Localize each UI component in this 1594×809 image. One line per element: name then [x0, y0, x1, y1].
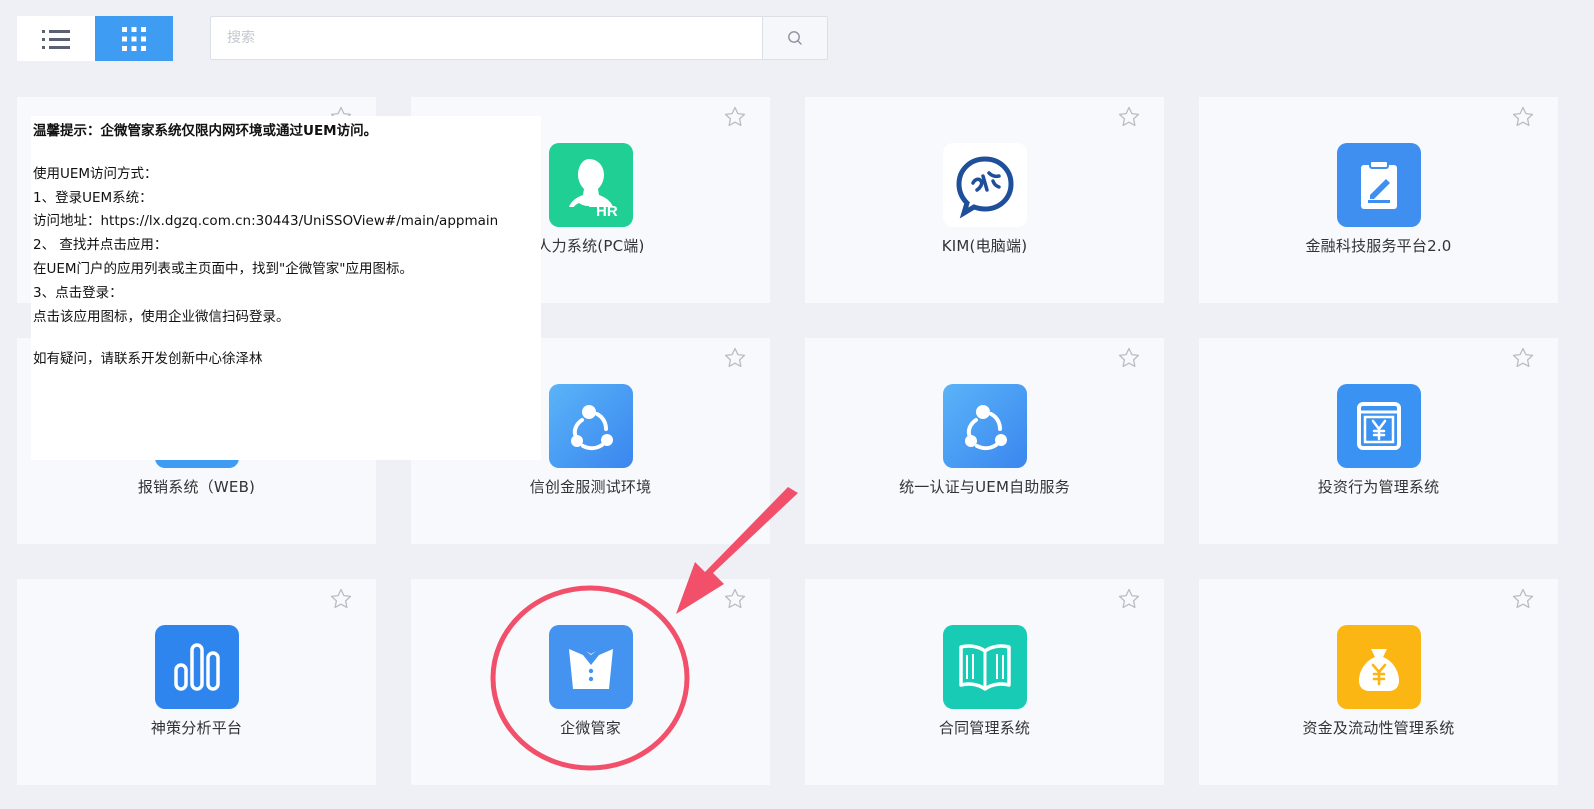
app-name: KIM(电脑端): [941, 237, 1028, 255]
tip-line: 3、点击登录：: [33, 284, 123, 301]
app-name: 资金及流动性管理系统: [1302, 719, 1455, 737]
list-icon: [42, 29, 70, 49]
favorite-star-icon[interactable]: [1511, 587, 1535, 611]
svg-text:HR: HR: [596, 203, 618, 220]
bar-chart-icon: [154, 625, 239, 709]
app-name: 投资行为管理系统: [1317, 478, 1440, 496]
app-name: 金融科技服务平台2.0: [1305, 237, 1452, 255]
app-name: 神策分析平台: [150, 719, 243, 737]
favorite-star-icon[interactable]: [1117, 587, 1141, 611]
favorite-star-icon[interactable]: [1511, 105, 1535, 129]
app-card-investment[interactable]: 投资行为管理系统: [1199, 338, 1558, 544]
favorite-star-icon[interactable]: [1511, 346, 1535, 370]
favorite-star-icon[interactable]: [1117, 105, 1141, 129]
tip-line: 访问地址：https://lx.dgzq.com.cn:30443/UniSSO…: [33, 213, 499, 230]
tip-contact: 如有疑问，请联系开发创新中心徐泽林: [33, 351, 263, 368]
favorite-star-icon[interactable]: [723, 105, 747, 129]
view-toggle: [17, 16, 173, 61]
favorite-star-icon[interactable]: [723, 587, 747, 611]
yen-screen-icon: [1336, 384, 1421, 468]
tip-line: 2、 查找并点击应用：: [33, 237, 168, 254]
open-book-icon: [942, 625, 1027, 709]
share-nodes-icon: [548, 384, 633, 468]
app-card-kim[interactable]: KIM(电脑端): [805, 97, 1164, 303]
grid-view-button[interactable]: [95, 16, 173, 61]
clipboard-pen-icon: [1336, 143, 1421, 227]
app-name: 信创金服测试环境: [529, 478, 652, 496]
search-box: [210, 16, 828, 60]
app-card-qiwei[interactable]: 企微管家: [411, 579, 770, 785]
money-bag-icon: [1336, 625, 1421, 709]
tip-line: 点击该应用图标，使用企业微信扫码登录。: [33, 308, 290, 325]
app-card-fintech[interactable]: 金融科技服务平台2.0: [1199, 97, 1558, 303]
share-nodes-icon: [942, 384, 1027, 468]
hr-icon: HR: [548, 143, 633, 227]
app-card-funds[interactable]: 资金及流动性管理系统: [1199, 579, 1558, 785]
app-card-sensors[interactable]: 神策分析平台: [17, 579, 376, 785]
tip-line: 1、登录UEM系统：: [33, 189, 153, 206]
search-input[interactable]: [211, 17, 762, 59]
app-card-uem[interactable]: 统一认证与UEM自助服务: [805, 338, 1164, 544]
access-tip-popup: 温馨提示：企微管家系统仅限内网环境或通过UEM访问。 使用UEM访问方式： 1、…: [31, 116, 541, 460]
app-name: 报销系统（WEB): [137, 478, 256, 496]
kim-icon: [942, 143, 1027, 227]
app-name: 企微管家: [560, 719, 621, 737]
favorite-star-icon[interactable]: [723, 346, 747, 370]
app-name: 合同管理系统: [938, 719, 1031, 737]
butler-suit-icon: [548, 625, 633, 709]
search-icon: [788, 31, 802, 45]
grid-icon: [122, 26, 146, 51]
search-button[interactable]: [762, 17, 827, 59]
tip-title: 温馨提示：企微管家系统仅限内网环境或通过UEM访问。: [33, 123, 378, 139]
app-card-contract[interactable]: 合同管理系统: [805, 579, 1164, 785]
favorite-star-icon[interactable]: [1117, 346, 1141, 370]
tip-line: 使用UEM访问方式：: [33, 165, 158, 182]
tip-line: 在UEM门户的应用列表或主页面中，找到"企微管家"应用图标。: [33, 260, 413, 277]
favorite-star-icon[interactable]: [329, 587, 353, 611]
list-view-button[interactable]: [17, 16, 95, 61]
app-name: 统一认证与UEM自助服务: [899, 478, 1070, 496]
